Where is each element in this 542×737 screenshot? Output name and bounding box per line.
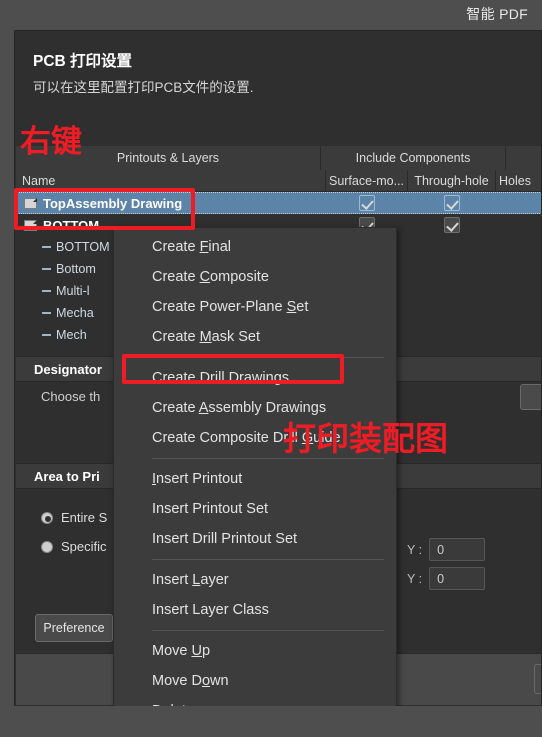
menu-item-create-drill-drawings[interactable]: Create Drill Drawings bbox=[114, 363, 396, 393]
menu-item-create-composite[interactable]: Create Composite bbox=[114, 262, 396, 292]
tree-item-name-cell: TopAssembly Drawing bbox=[16, 196, 326, 211]
layer-dash-icon bbox=[42, 312, 51, 314]
app-title-bar: 智能 PDF bbox=[0, 0, 542, 30]
pcb-print-settings-dialog: PCB 打印设置 可以在这里配置打印PCB文件的设置. Printouts & … bbox=[14, 30, 542, 706]
coordinate-y-label-2: Y : bbox=[407, 571, 423, 586]
column-header-through-hole[interactable]: Through-hole bbox=[408, 170, 496, 192]
menu-item-create-mask-set[interactable]: Create Mask Set bbox=[114, 322, 396, 352]
layer-dash-icon bbox=[42, 268, 51, 270]
tree-item-label: Mecha bbox=[56, 306, 94, 320]
radio-selected-icon[interactable] bbox=[41, 511, 53, 524]
tree-item-label: Multi-l bbox=[56, 284, 90, 298]
screen-root: 智能 PDF PCB 打印设置 可以在这里配置打印PCB文件的设置. Print… bbox=[0, 0, 542, 737]
tab-strip: Printouts & Layers Include Components bbox=[16, 146, 541, 170]
tree-item-label: BOTTOM bbox=[56, 240, 110, 254]
coordinate-y-input-1[interactable]: 0 bbox=[429, 538, 486, 561]
tree-item-label: Mech bbox=[56, 328, 87, 342]
checkbox-checked-icon[interactable] bbox=[444, 195, 460, 211]
menu-item-move-down[interactable]: Move Down bbox=[114, 666, 396, 696]
radio-entire-sheet[interactable]: Entire S bbox=[41, 510, 107, 525]
menu-item-insert-layer-class[interactable]: Insert Layer Class bbox=[114, 595, 396, 625]
table-row[interactable]: TopAssembly Drawing bbox=[16, 192, 541, 214]
coordinate-y-input-2[interactable]: 0 bbox=[429, 567, 486, 590]
footer-action-button[interactable] bbox=[534, 664, 541, 694]
tab-extra[interactable] bbox=[506, 146, 541, 170]
menu-item-create-power-plane-set[interactable]: Create Power-Plane Set bbox=[114, 292, 396, 322]
annotation-print-assembly: 打印装配图 bbox=[283, 419, 448, 458]
menu-item-insert-printout[interactable]: Insert Printout bbox=[114, 464, 396, 494]
radio-unselected-icon[interactable] bbox=[41, 540, 53, 553]
table-column-headers: Name Surface-mo... Through-hole Holes bbox=[16, 170, 541, 192]
printout-page-icon bbox=[24, 219, 37, 231]
app-title: 智能 PDF bbox=[466, 6, 528, 22]
column-header-surface-mount[interactable]: Surface-mo... bbox=[326, 170, 408, 192]
menu-item-create-final[interactable]: Create Final bbox=[114, 232, 396, 262]
cell-through-hole[interactable] bbox=[408, 195, 496, 211]
designator-action-button[interactable]: P bbox=[520, 384, 541, 410]
column-header-holes[interactable]: Holes bbox=[496, 170, 541, 192]
cell-through-hole[interactable] bbox=[408, 217, 496, 233]
designator-hint-text: Choose th bbox=[41, 389, 101, 404]
checkbox-checked-icon[interactable] bbox=[444, 217, 460, 233]
page-subtitle: 可以在这里配置打印PCB文件的设置. bbox=[33, 80, 254, 95]
menu-item-insert-drill-printout-set[interactable]: Insert Drill Printout Set bbox=[114, 524, 396, 554]
annotation-right-click: 右键 bbox=[20, 124, 82, 160]
radio-label: Entire S bbox=[61, 510, 108, 525]
menu-item-insert-printout-set[interactable]: Insert Printout Set bbox=[114, 494, 396, 524]
coordinate-y-label-1: Y : bbox=[407, 542, 423, 557]
menu-item-insert-layer[interactable]: Insert Layer bbox=[114, 565, 396, 595]
menu-separator bbox=[152, 357, 384, 358]
radio-label: Specific bbox=[61, 539, 107, 554]
layer-dash-icon bbox=[42, 290, 51, 292]
column-header-name[interactable]: Name bbox=[16, 170, 326, 192]
layer-dash-icon bbox=[42, 334, 51, 336]
checkbox-checked-icon[interactable] bbox=[359, 195, 375, 211]
printout-page-icon bbox=[24, 197, 37, 209]
radio-specific-area[interactable]: Specific bbox=[41, 539, 107, 554]
page-title: PCB 打印设置 bbox=[33, 53, 133, 70]
preferences-button[interactable]: Preference bbox=[35, 614, 113, 642]
menu-separator bbox=[152, 559, 384, 560]
tree-item-label: TopAssembly Drawing bbox=[43, 195, 183, 211]
menu-item-delete[interactable]: Delete bbox=[114, 696, 396, 706]
menu-separator bbox=[152, 630, 384, 631]
tree-item-label: Bottom bbox=[56, 262, 96, 276]
menu-item-move-up[interactable]: Move Up bbox=[114, 636, 396, 666]
context-menu: Create Final Create Composite Create Power… bbox=[113, 227, 397, 706]
layer-dash-icon bbox=[42, 246, 51, 248]
tree-item-label: BOTTOM bbox=[43, 217, 100, 233]
tab-include-components[interactable]: Include Components bbox=[321, 146, 506, 170]
cell-surface-mount[interactable] bbox=[326, 195, 408, 211]
